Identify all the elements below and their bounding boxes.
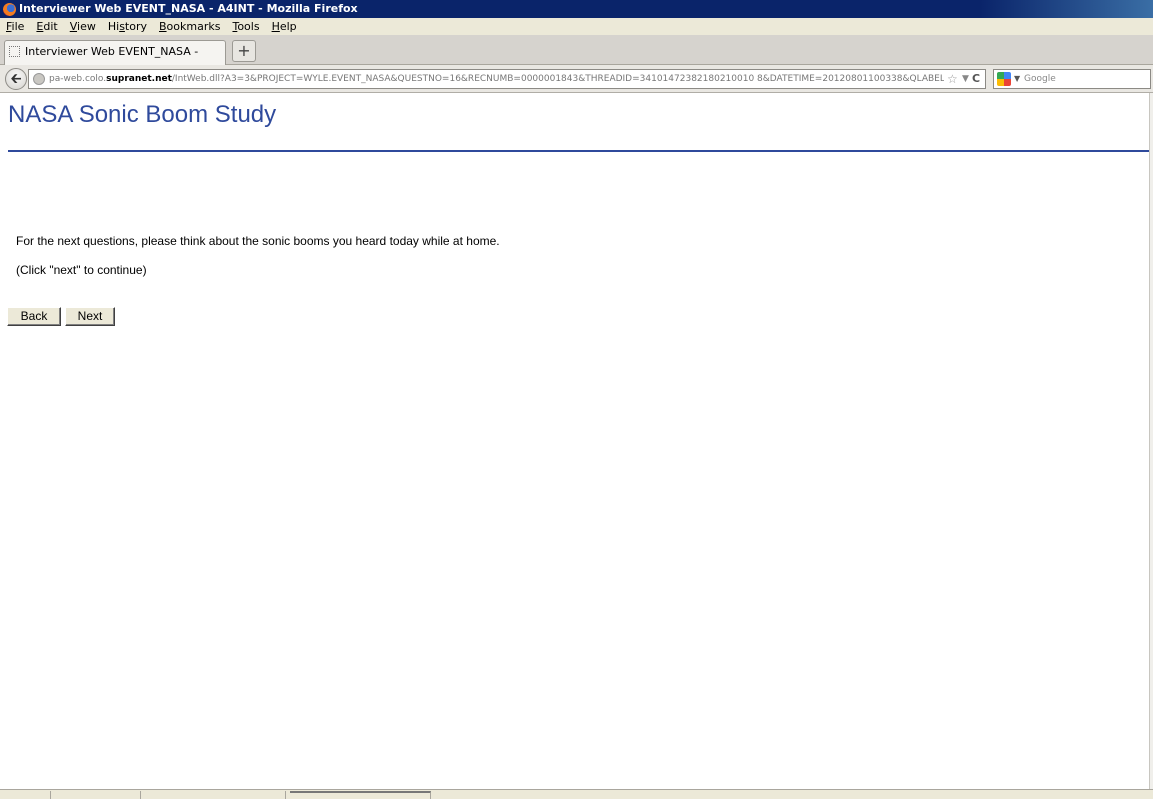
next-button[interactable]: Next <box>65 307 115 326</box>
menu-edit[interactable]: Edit <box>36 18 57 35</box>
status-segment <box>140 791 286 799</box>
scrollbar[interactable] <box>1149 93 1153 789</box>
new-tab-button[interactable]: + <box>232 40 256 62</box>
page-title: NASA Sonic Boom Study <box>8 101 277 128</box>
status-segment <box>0 791 51 799</box>
menu-tools[interactable]: Tools <box>232 18 259 35</box>
back-button-survey[interactable]: Back <box>7 307 61 326</box>
status-segment <box>290 791 431 799</box>
url-text: pa-web.colo.supranet.net/IntWeb.dll?A3=3… <box>49 74 944 84</box>
back-arrow-icon: 🡰 <box>10 71 22 87</box>
globe-icon <box>33 73 45 85</box>
tab-strip: Interviewer Web EVENT_NASA - A4INT + <box>0 35 1153 80</box>
menu-help[interactable]: Help <box>272 18 297 35</box>
navigation-bar: 🡰 pa-web.colo.supranet.net/IntWeb.dll?A3… <box>0 65 1153 93</box>
reload-icon[interactable]: C <box>972 70 980 88</box>
page-content: NASA Sonic Boom Study For the next quest… <box>0 93 1153 789</box>
back-button[interactable]: 🡰 <box>5 68 27 90</box>
menu-history[interactable]: History <box>108 18 147 35</box>
browser-window: Interviewer Web EVENT_NASA - A4INT - Moz… <box>0 0 1153 799</box>
firefox-logo-icon <box>3 2 16 16</box>
status-bar <box>0 789 1153 799</box>
menu-view[interactable]: View <box>70 18 96 35</box>
bookmark-star-icon[interactable]: ☆ <box>947 70 958 88</box>
google-icon[interactable] <box>997 72 1011 86</box>
menu-file[interactable]: File <box>6 18 24 35</box>
tab-active[interactable]: Interviewer Web EVENT_NASA - A4INT <box>4 40 226 80</box>
window-title: Interviewer Web EVENT_NASA - A4INT - Moz… <box>19 2 358 15</box>
search-engine-dropdown-icon[interactable]: ▼ <box>1014 70 1020 88</box>
title-divider <box>8 150 1153 152</box>
menu-bar: File Edit View History Bookmarks Tools H… <box>0 18 1153 35</box>
menu-bookmarks[interactable]: Bookmarks <box>159 18 220 35</box>
instruction-text: (Click "next" to continue) <box>16 263 147 277</box>
question-text: For the next questions, please think abo… <box>16 234 500 248</box>
title-bar: Interviewer Web EVENT_NASA - A4INT - Moz… <box>0 0 1153 18</box>
address-bar[interactable]: pa-web.colo.supranet.net/IntWeb.dll?A3=3… <box>28 69 986 89</box>
blank-page-icon <box>9 46 20 57</box>
status-segment <box>50 791 141 799</box>
history-dropdown-icon[interactable]: ▼ <box>962 70 969 88</box>
search-box[interactable]: ▼ Google <box>993 69 1151 89</box>
search-placeholder: Google <box>1024 74 1056 84</box>
